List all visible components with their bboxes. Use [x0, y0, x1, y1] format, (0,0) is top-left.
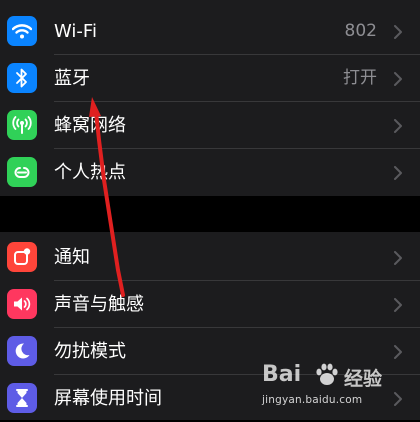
bluetooth-label: 蓝牙 — [54, 68, 90, 89]
chevron-right-icon — [394, 72, 402, 86]
settings-row-cellular[interactable]: 蜂窝网络 — [0, 102, 420, 149]
watermark-url: jingyan.baidu.com — [262, 394, 363, 406]
watermark-brand-2: 经验 — [344, 368, 383, 390]
paw-logo-icon — [316, 363, 338, 385]
bluetooth-icon — [7, 63, 37, 93]
watermark-brand: Bai — [262, 362, 302, 387]
do-not-disturb-label: 勿扰模式 — [54, 341, 126, 362]
chevron-right-icon — [394, 251, 402, 265]
bluetooth-status-value: 打开 — [343, 68, 377, 88]
sounds-haptics-label: 声音与触感 — [54, 294, 144, 315]
speaker-icon — [7, 289, 37, 319]
settings-row-notifications[interactable]: 通知 — [0, 234, 420, 281]
settings-row-wifi[interactable]: Wi-Fi 802 — [0, 8, 420, 55]
wifi-label: Wi-Fi — [54, 21, 97, 42]
chevron-right-icon — [394, 119, 402, 133]
screen-time-label: 屏幕使用时间 — [54, 388, 162, 409]
settings-row-sounds-haptics[interactable]: 声音与触感 — [0, 281, 420, 328]
notifications-label: 通知 — [54, 247, 90, 268]
cellular-antenna-icon — [7, 110, 37, 140]
baidu-jingyan-watermark: Bai 经验 jingyan.baidu.com — [262, 362, 412, 414]
personal-hotspot-icon — [7, 157, 37, 187]
notifications-icon — [7, 242, 37, 272]
settings-row-bluetooth[interactable]: 蓝牙 打开 — [0, 55, 420, 102]
wifi-network-value: 802 — [344, 21, 377, 41]
settings-row-personal-hotspot[interactable]: 个人热点 — [0, 149, 420, 196]
moon-icon — [7, 336, 37, 366]
chevron-right-icon — [394, 345, 402, 359]
personal-hotspot-label: 个人热点 — [54, 162, 126, 183]
chevron-right-icon — [394, 166, 402, 180]
wifi-icon — [7, 16, 37, 46]
chevron-right-icon — [394, 25, 402, 39]
network-settings-group: Wi-Fi 802 蓝牙 打开 蜂窝网络 个人热点 — [0, 0, 420, 196]
chevron-right-icon — [394, 298, 402, 312]
cellular-label: 蜂窝网络 — [54, 115, 126, 136]
hourglass-icon — [7, 383, 37, 413]
